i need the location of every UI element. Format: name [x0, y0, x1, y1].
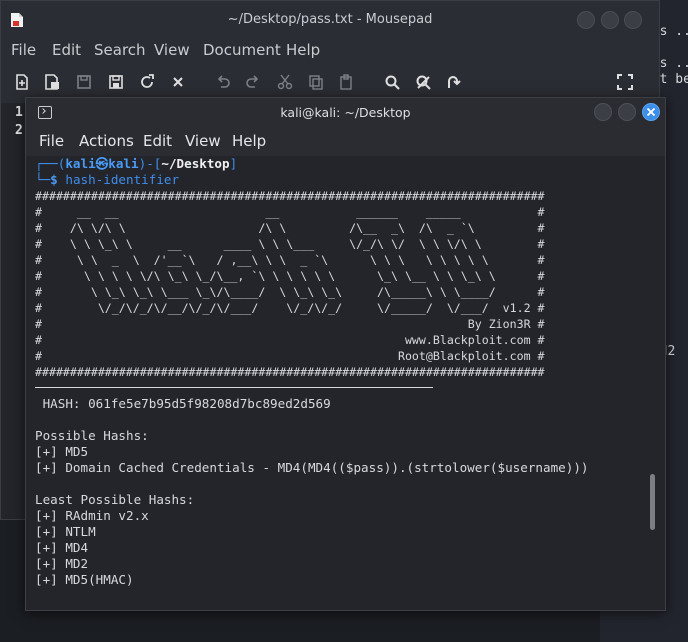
menu-view[interactable]: View — [154, 41, 190, 59]
prompt-corner-bottom: └─ — [35, 172, 51, 187]
possible-hash-item: [+] Domain Cached Credentials - MD4(MD4(… — [35, 460, 589, 475]
least-hash-item: [+] MD2 — [35, 556, 89, 571]
new-window-icon[interactable] — [43, 73, 61, 91]
search-icon[interactable] — [383, 73, 401, 91]
banner-line: # www.Blackploit.com # — [35, 333, 545, 347]
banner-line: ########################################… — [35, 365, 545, 379]
banner-line: # \ \ _ \ /'__`\ / ,__\ \ \ _ `\ \ \ \ \… — [35, 253, 545, 267]
redo-icon[interactable] — [244, 73, 262, 91]
mousepad-titlebar[interactable]: ~/Desktop/pass.txt - Mousepad — [1, 1, 659, 39]
menu-help[interactable]: Help — [232, 132, 266, 150]
possible-heading: Possible Hashs: — [35, 428, 149, 443]
banner-line: # \ \ \ \ \/\ \_\ \_/\__, `\ \ \ \ \ \ \… — [35, 269, 545, 283]
least-hash-item: [+] RAdmin v2.x — [35, 508, 149, 523]
command-line: └─$ hash-identifier — [35, 172, 179, 188]
menu-edit[interactable]: Edit — [143, 132, 172, 150]
prompt-corner: ┌──( — [35, 156, 66, 171]
menu-file[interactable]: File — [11, 41, 36, 59]
new-document-icon[interactable] — [13, 73, 31, 91]
prompt-path: ~/Desktop — [161, 156, 230, 171]
maximize-button[interactable] — [601, 11, 619, 29]
mousepad-menubar: File Edit Search View Document Help — [1, 39, 659, 63]
line-number-gutter: 1 2 — [1, 103, 27, 519]
least-hash-item: [+] NTLM — [35, 524, 96, 539]
terminal-scrollbar[interactable] — [650, 474, 655, 530]
banner-line: # /\ \/\ \ /\ \ /\__ _\ /\ _ `\ # — [35, 221, 545, 235]
close-document-icon[interactable] — [169, 73, 187, 91]
banner-line: # \ \_\ \_\ \___ \_\/\____/ \ \_\ \_\ /\… — [35, 285, 545, 299]
line-number: 2 — [15, 123, 23, 138]
banner-line: # By Zion3R # — [35, 317, 545, 331]
least-hash-item: [+] MD4 — [35, 540, 89, 555]
prompt-bracket-end: ] — [229, 156, 238, 171]
find-replace-icon[interactable] — [414, 73, 432, 91]
banner-line: # \/_/\/_/\/__/\/_/\/___/ \/_/\/_/ \/___… — [35, 301, 545, 315]
prompt-line: ┌──(kali㉿kali)-[~/Desktop] — [35, 156, 237, 172]
close-icon — [646, 107, 656, 117]
hash-line: HASH: 061fe5e7b95d5f98208d7bc89ed2d569 — [35, 396, 331, 411]
terminal-output[interactable]: ┌──(kali㉿kali)-[~/Desktop] └─$ hash-iden… — [26, 156, 665, 610]
possible-hash-item: [+] MD5 — [35, 444, 89, 459]
terminal-titlebar[interactable]: kali@kali: ~/Desktop — [26, 98, 665, 128]
menu-actions[interactable]: Actions — [79, 132, 134, 150]
goto-line-icon[interactable] — [444, 73, 462, 91]
close-button[interactable] — [624, 11, 642, 29]
prompt-bracket: )-[ — [138, 156, 162, 171]
menu-document[interactable]: Document — [203, 41, 281, 59]
banner-line: # __ __ __ ______ _____ # — [35, 205, 545, 219]
reload-icon[interactable] — [138, 73, 156, 91]
close-button[interactable] — [642, 103, 660, 121]
window-title: ~/Desktop/pass.txt - Mousepad — [227, 12, 433, 27]
banner-line: # \ \ \_\ \ __ ____ \ \ \___ \/_/\ \/ \ … — [35, 237, 545, 251]
terminal-title: kali@kali: ~/Desktop — [280, 105, 411, 120]
banner-line: # Root@Blackploit.com # — [35, 349, 545, 363]
minimize-button[interactable] — [577, 11, 595, 29]
least-hash-item: [+] MD5(HMAC) — [35, 572, 134, 587]
maximize-button[interactable] — [618, 103, 636, 121]
undo-icon[interactable] — [214, 73, 232, 91]
menu-file[interactable]: File — [39, 132, 64, 150]
prompt-dollar: $ — [50, 172, 58, 187]
fullscreen-icon[interactable] — [616, 73, 634, 91]
menu-view[interactable]: View — [185, 132, 221, 150]
cut-icon[interactable] — [276, 73, 294, 91]
save-as-icon[interactable] — [107, 73, 125, 91]
least-heading: Least Possible Hashs: — [35, 492, 195, 507]
menu-search[interactable]: Search — [94, 41, 146, 59]
command-text: hash-identifier — [65, 172, 180, 187]
save-icon[interactable] — [75, 73, 93, 91]
terminal-window: kali@kali: ~/Desktop File Actions Edit V… — [25, 97, 666, 611]
menu-edit[interactable]: Edit — [52, 41, 81, 59]
line-number: 1 — [15, 105, 23, 120]
prompt-user-host: kali㉿kali — [65, 156, 139, 171]
terminal-menubar: File Actions Edit View Help — [26, 128, 665, 156]
minimize-button[interactable] — [594, 103, 612, 121]
paste-icon[interactable] — [337, 73, 355, 91]
banner-line: ########################################… — [35, 189, 545, 203]
copy-icon[interactable] — [307, 73, 325, 91]
menu-help[interactable]: Help — [286, 41, 320, 59]
separator-line — [35, 387, 433, 388]
